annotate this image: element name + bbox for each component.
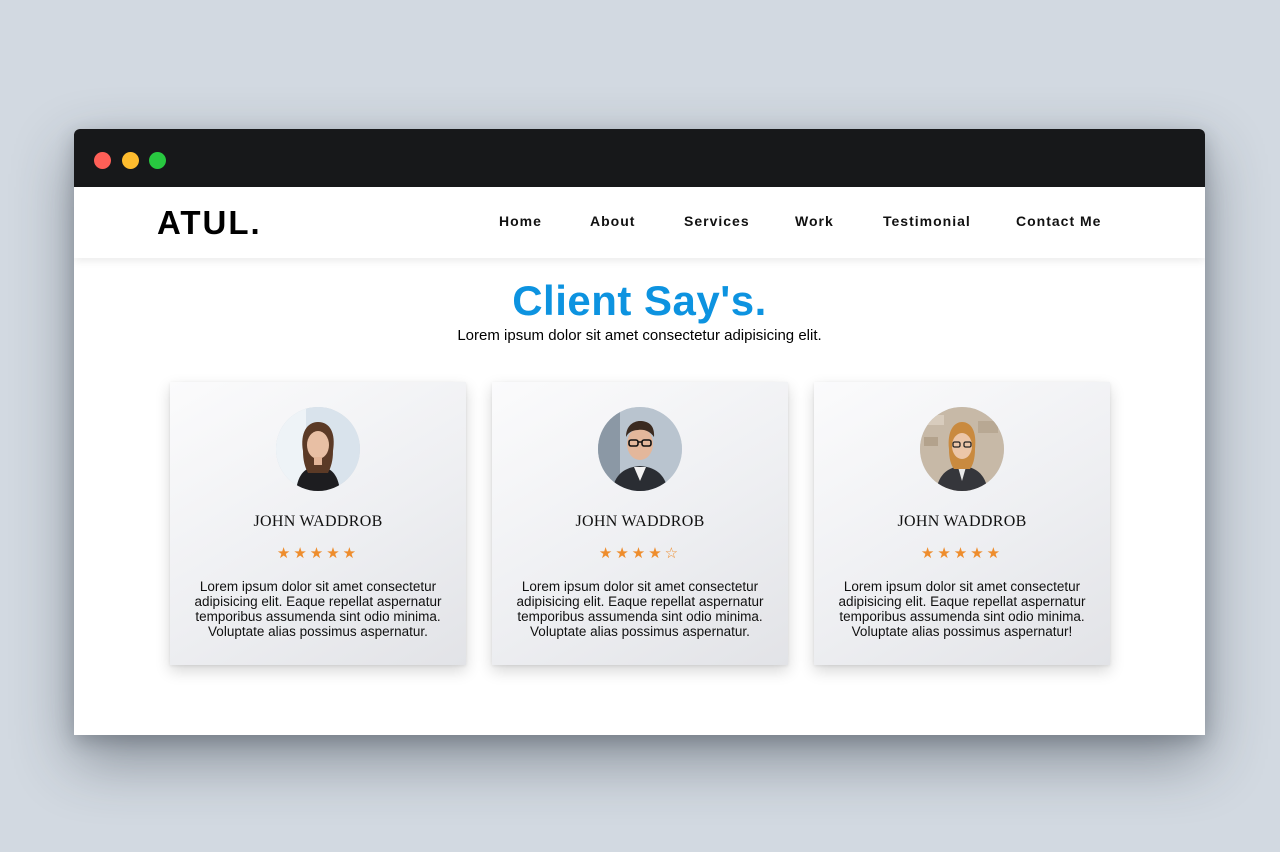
star-outline-icon: ☆ [664, 545, 682, 562]
maximize-window-button[interactable] [149, 152, 166, 169]
testimonial-text: Lorem ipsum dolor sit amet consectetur a… [838, 579, 1086, 639]
star-filled-icon: ★ [276, 545, 294, 562]
nav-link-testimonial[interactable]: Testimonial [883, 213, 971, 229]
star-filled-icon: ★ [326, 545, 343, 562]
nav-link-about[interactable]: About [590, 213, 635, 229]
testimonial-card: JOHN WADDROB ★★★★★ Lorem ipsum dolor sit… [814, 382, 1110, 665]
star-filled-icon: ★ [598, 545, 616, 562]
avatar [276, 407, 360, 491]
site-logo[interactable]: ATUL. [157, 204, 262, 242]
testimonial-text: Lorem ipsum dolor sit amet consectetur a… [516, 579, 764, 639]
section-subtitle: Lorem ipsum dolor sit amet consectetur a… [457, 327, 822, 344]
star-filled-icon: ★ [615, 545, 632, 562]
site-navbar: ATUL. Home About Services Work Testimoni… [74, 187, 1205, 258]
nav-link-work[interactable]: Work [795, 213, 834, 229]
star-filled-icon: ★ [631, 545, 649, 562]
client-name: JOHN WADDROB [575, 513, 705, 530]
rating-stars: ★★★★★ [170, 544, 466, 562]
nav-link-home[interactable]: Home [499, 213, 542, 229]
browser-window: ATUL. Home About Services Work Testimoni… [74, 129, 1205, 735]
star-filled-icon: ★ [293, 545, 310, 562]
client-name: JOHN WADDROB [897, 513, 1027, 530]
star-filled-icon: ★ [309, 545, 327, 562]
close-window-button[interactable] [94, 152, 111, 169]
rating-stars: ★★★★★ [814, 544, 1110, 562]
avatar [920, 407, 1004, 491]
minimize-window-button[interactable] [122, 152, 139, 169]
star-filled-icon: ★ [937, 545, 954, 562]
nav-link-services[interactable]: Services [684, 213, 750, 229]
client-photo [920, 407, 1004, 491]
star-filled-icon: ★ [648, 545, 665, 562]
testimonial-text: Lorem ipsum dolor sit amet consectetur a… [194, 579, 442, 639]
avatar [598, 407, 682, 491]
star-filled-icon: ★ [986, 545, 1004, 562]
nav-link-contact[interactable]: Contact Me [1016, 213, 1101, 229]
testimonial-card: JOHN WADDROB ★★★★☆ Lorem ipsum dolor sit… [492, 382, 788, 665]
star-filled-icon: ★ [970, 545, 987, 562]
client-photo [276, 407, 360, 491]
testimonial-card: JOHN WADDROB ★★★★★ Lorem ipsum dolor sit… [170, 382, 466, 665]
client-name: JOHN WADDROB [253, 513, 383, 530]
section-title: Client Say's. [512, 277, 767, 324]
star-filled-icon: ★ [920, 545, 938, 562]
client-photo [598, 407, 682, 491]
star-filled-icon: ★ [953, 545, 971, 562]
rating-stars: ★★★★☆ [492, 544, 788, 562]
window-titlebar [74, 129, 1205, 187]
star-filled-icon: ★ [342, 545, 360, 562]
